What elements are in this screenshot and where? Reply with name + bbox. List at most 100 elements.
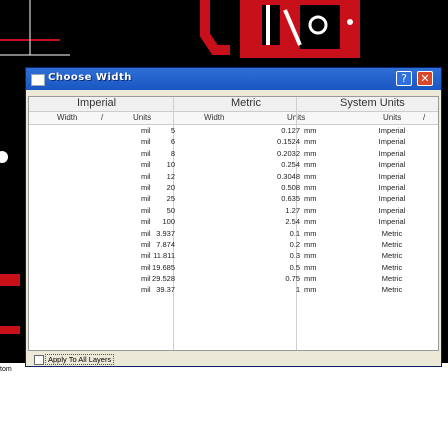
metric-width-cell: 0.254 bbox=[281, 160, 300, 170]
title-bar[interactable]: Choose Width ? ✕ bbox=[26, 68, 441, 90]
metric-width-cell: 0.2 bbox=[289, 239, 300, 249]
choose-width-dialog: Choose Width ? ✕ Imperial Metric System … bbox=[25, 67, 442, 367]
group-header-metric: Metric bbox=[173, 97, 296, 112]
system-units-cell: Imperial bbox=[378, 137, 406, 147]
imperial-width-cell: 25 bbox=[166, 194, 175, 204]
table-row[interactable]: 29.528 mil 0.75 mm Metric bbox=[29, 273, 438, 284]
col-imperial-units[interactable]: Units bbox=[133, 113, 151, 122]
group-label-system-units: System Units bbox=[340, 97, 405, 109]
metric-width-cell: 0.1 bbox=[289, 228, 300, 238]
imperial-width-cell: 29.528 bbox=[152, 274, 175, 284]
metric-units-cell: mm bbox=[304, 137, 317, 147]
imperial-units-cell: mil bbox=[141, 217, 151, 227]
metric-units-cell: mm bbox=[304, 239, 317, 249]
group-header-system-units: System Units bbox=[296, 97, 438, 112]
sort-icon: / bbox=[423, 113, 426, 122]
apply-all-layers-label[interactable]: Apply To All Layers bbox=[45, 354, 115, 365]
table-row[interactable]: 25 mil 0.635 mm Imperial bbox=[29, 193, 438, 204]
col-metric-width[interactable]: Width bbox=[204, 113, 224, 122]
imperial-units-cell: mil bbox=[141, 239, 151, 249]
width-table[interactable]: Imperial Metric System Units Width / Uni… bbox=[28, 96, 439, 351]
imperial-units-cell: mil bbox=[141, 182, 151, 192]
partial-canvas-label: tom bbox=[0, 366, 12, 373]
metric-units-cell: mm bbox=[304, 228, 317, 238]
table-row[interactable]: 12 mil 0.3048 mm Imperial bbox=[29, 171, 438, 182]
imperial-units-cell: mil bbox=[141, 194, 151, 204]
metric-units-cell: mm bbox=[304, 205, 317, 215]
metric-width-cell: 1.27 bbox=[285, 205, 300, 215]
metric-units-cell: mm bbox=[304, 160, 317, 170]
imperial-units-cell: mil bbox=[141, 137, 151, 147]
imperial-units-cell: mil bbox=[141, 160, 151, 170]
system-units-cell: Imperial bbox=[378, 148, 406, 158]
imperial-width-cell: 10 bbox=[166, 160, 175, 170]
table-row[interactable]: 5 mil 0.127 mm Imperial bbox=[29, 125, 438, 136]
table-row[interactable]: 8 mil 0.2032 mm Imperial bbox=[29, 148, 438, 159]
imperial-width-cell: 20 bbox=[166, 182, 175, 192]
system-units-cell: Metric bbox=[381, 239, 403, 249]
sort-icon: / bbox=[101, 113, 104, 122]
system-units-cell: Metric bbox=[381, 262, 403, 272]
help-button[interactable]: ? bbox=[396, 71, 412, 86]
group-label-imperial: Imperial bbox=[77, 97, 117, 109]
metric-units-cell: mm bbox=[304, 148, 317, 158]
metric-width-cell: 0.75 bbox=[285, 274, 300, 284]
imperial-units-cell: mil bbox=[141, 171, 151, 181]
imperial-units-cell: mil bbox=[141, 205, 151, 215]
system-units-cell: Metric bbox=[381, 228, 403, 238]
imperial-units-cell: mil bbox=[141, 251, 151, 261]
table-row[interactable]: 20 mil 0.508 mm Imperial bbox=[29, 182, 438, 193]
col-imperial-width[interactable]: Width bbox=[57, 113, 77, 122]
imperial-width-cell: 7.874 bbox=[156, 239, 175, 249]
system-units-cell: Imperial bbox=[378, 194, 406, 204]
metric-units-cell: mm bbox=[304, 217, 317, 227]
metric-width-cell: 2.54 bbox=[285, 217, 300, 227]
system-units-cell: Imperial bbox=[378, 126, 406, 135]
metric-width-cell: 1 bbox=[295, 285, 300, 295]
metric-units-cell: mm bbox=[304, 194, 317, 204]
close-button[interactable]: ✕ bbox=[417, 71, 433, 86]
imperial-width-cell: 100 bbox=[162, 217, 175, 227]
system-units-cell: Metric bbox=[381, 285, 403, 295]
imperial-width-cell: 39.37 bbox=[156, 285, 175, 295]
col-system-units[interactable]: Units bbox=[383, 113, 401, 122]
group-header-imperial: Imperial bbox=[29, 97, 173, 112]
metric-units-cell: mm bbox=[304, 262, 317, 272]
imperial-width-cell: 19.685 bbox=[152, 262, 175, 272]
table-body: 5 mil 0.127 mm Imperial 6 mil 0.1524 mm Imperial 8… bbox=[29, 125, 438, 296]
metric-units-cell: mm bbox=[304, 285, 317, 295]
imperial-width-cell: 5 bbox=[170, 126, 175, 135]
table-row[interactable]: 6 mil 0.1524 mm Imperial bbox=[29, 136, 438, 147]
imperial-width-cell: 8 bbox=[170, 148, 175, 158]
imperial-width-cell: 50 bbox=[166, 205, 175, 215]
apply-all-layers-checkbox[interactable] bbox=[34, 355, 44, 365]
imperial-width-cell: 3.937 bbox=[156, 228, 175, 238]
window-icon bbox=[31, 74, 45, 86]
dialog-title: Choose Width bbox=[48, 72, 132, 83]
table-row[interactable]: 50 mil 1.27 mm Imperial bbox=[29, 205, 438, 216]
table-row[interactable]: 10 mil 0.254 mm Imperial bbox=[29, 159, 438, 170]
system-units-cell: Imperial bbox=[378, 171, 406, 181]
metric-width-cell: 0.1524 bbox=[277, 137, 300, 147]
table-row[interactable]: 11.811 mil 0.3 mm Metric bbox=[29, 250, 438, 261]
metric-width-cell: 0.3048 bbox=[277, 171, 300, 181]
table-row[interactable]: 39.37 mil 1 mm Metric bbox=[29, 284, 438, 295]
metric-units-cell: mm bbox=[304, 251, 317, 261]
metric-units-cell: mm bbox=[304, 182, 317, 192]
table-row[interactable]: 3.937 mil 0.1 mm Metric bbox=[29, 228, 438, 239]
system-units-cell: Imperial bbox=[378, 182, 406, 192]
metric-units-cell: mm bbox=[304, 171, 317, 181]
metric-width-cell: 0.3 bbox=[289, 251, 300, 261]
table-row[interactable]: 7.874 mil 0.2 mm Metric bbox=[29, 239, 438, 250]
metric-width-cell: 0.5 bbox=[289, 262, 300, 272]
system-units-cell: Metric bbox=[381, 251, 403, 261]
system-units-cell: Imperial bbox=[378, 217, 406, 227]
table-row[interactable]: 100 mil 2.54 mm Imperial bbox=[29, 216, 438, 227]
table-row[interactable]: 19.685 mil 0.5 mm Metric bbox=[29, 262, 438, 273]
footer: Apply To All Layers bbox=[28, 353, 439, 365]
imperial-units-cell: mil bbox=[141, 274, 151, 284]
imperial-units-cell: mil bbox=[141, 262, 151, 272]
column-header-row: Width / Units Width Units Units / bbox=[29, 112, 438, 125]
imperial-units-cell: mil bbox=[141, 148, 151, 158]
system-units-cell: Imperial bbox=[378, 160, 406, 170]
